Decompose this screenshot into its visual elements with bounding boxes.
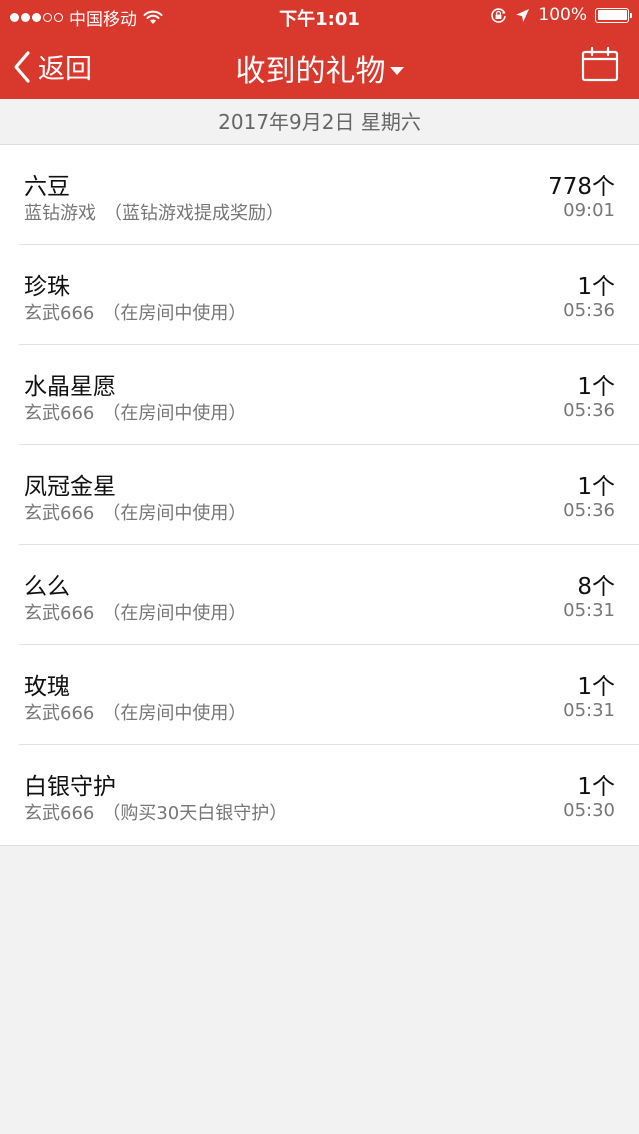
gift-reason: （购买30天白银守护）: [102, 803, 288, 824]
gift-count: 1个: [577, 374, 615, 400]
gift-count: 1个: [577, 774, 615, 800]
gift-description: 玄武666 （购买30天白银守护）: [24, 799, 287, 825]
gift-time: 09:01: [563, 200, 615, 221]
gift-reason: （在房间中使用）: [102, 603, 247, 624]
gift-sender: 玄武666: [24, 603, 95, 624]
calendar-button[interactable]: [581, 46, 619, 82]
gift-row[interactable]: 六豆蓝钻游戏 （蓝钻游戏提成奖励） 778个 09:01: [0, 145, 639, 245]
gift-name: 玫瑰: [24, 674, 70, 700]
gift-name: 珍珠: [24, 274, 70, 300]
gift-row[interactable]: 么么玄武666 （在房间中使用） 8个 05:31: [0, 545, 639, 645]
gift-sender: 玄武666: [24, 703, 95, 724]
battery-icon: [595, 7, 632, 23]
app-header: 中国移动 下午1:01 100% 返回 收到的礼物: [0, 0, 639, 99]
battery-percent: 100%: [538, 5, 587, 25]
gift-description: 玄武666 （在房间中使用）: [24, 599, 246, 625]
gift-time: 05:30: [563, 800, 615, 821]
gift-time: 05:36: [563, 500, 615, 521]
gift-description: 玄武666 （在房间中使用）: [24, 699, 246, 725]
gift-description: 玄武666 （在房间中使用）: [24, 299, 246, 325]
gift-sender: 玄武666: [24, 303, 95, 324]
nav-bar: 返回 收到的礼物: [0, 34, 639, 99]
gift-sender: 玄武666: [24, 503, 95, 524]
caret-down-icon: [389, 66, 404, 75]
gift-row[interactable]: 白银守护玄武666 （购买30天白银守护） 1个 05:30: [0, 745, 639, 845]
gift-name: 凤冠金星: [24, 474, 116, 500]
page-title-dropdown[interactable]: 收到的礼物: [0, 46, 639, 90]
gift-count: 1个: [577, 274, 615, 300]
gift-reason: （在房间中使用）: [102, 403, 247, 424]
gift-time: 05:31: [563, 700, 615, 721]
gift-count: 1个: [577, 474, 615, 500]
gift-reason: （蓝钻游戏提成奖励）: [104, 203, 284, 224]
gift-reason: （在房间中使用）: [102, 503, 247, 524]
gift-time: 05:31: [563, 600, 615, 621]
location-arrow-icon: [516, 8, 530, 22]
gift-reason: （在房间中使用）: [102, 303, 247, 324]
gift-sender: 玄武666: [24, 803, 95, 824]
gift-name: 水晶星愿: [24, 374, 116, 400]
gift-count: 778个: [548, 174, 615, 200]
gift-time: 05:36: [563, 300, 615, 321]
battery-fill: [597, 10, 627, 20]
gift-name: 白银守护: [24, 774, 116, 800]
gift-time: 05:36: [563, 400, 615, 421]
gift-row[interactable]: 水晶星愿玄武666 （在房间中使用） 1个 05:36: [0, 345, 639, 445]
gift-description: 玄武666 （在房间中使用）: [24, 499, 246, 525]
gift-description: 蓝钻游戏 （蓝钻游戏提成奖励）: [24, 199, 284, 225]
calendar-icon: [581, 46, 619, 82]
gift-sender: 玄武666: [24, 403, 95, 424]
gift-name: 六豆: [24, 174, 70, 200]
gift-sender: 蓝钻游戏: [24, 203, 96, 224]
status-right: 100%: [490, 5, 632, 25]
gift-count: 1个: [577, 674, 615, 700]
gift-reason: （在房间中使用）: [102, 703, 247, 724]
status-bar: 中国移动 下午1:01 100%: [0, 0, 639, 34]
page-title: 收到的礼物: [235, 54, 386, 89]
gift-list: 六豆蓝钻游戏 （蓝钻游戏提成奖励） 778个 09:01 珍珠玄武666 （在房间中使用）…: [0, 145, 639, 846]
gift-count: 8个: [577, 574, 615, 600]
date-section-header: 2017年9月2日 星期六: [0, 99, 639, 145]
gift-name: 么么: [24, 574, 70, 600]
gift-row[interactable]: 玫瑰玄武666 （在房间中使用） 1个 05:31: [0, 645, 639, 745]
gift-row[interactable]: 凤冠金星玄武666 （在房间中使用） 1个 05:36: [0, 445, 639, 545]
gift-description: 玄武666 （在房间中使用）: [24, 399, 246, 425]
gift-row[interactable]: 珍珠玄武666 （在房间中使用） 1个 05:36: [0, 245, 639, 345]
orientation-lock-icon: [491, 7, 507, 23]
